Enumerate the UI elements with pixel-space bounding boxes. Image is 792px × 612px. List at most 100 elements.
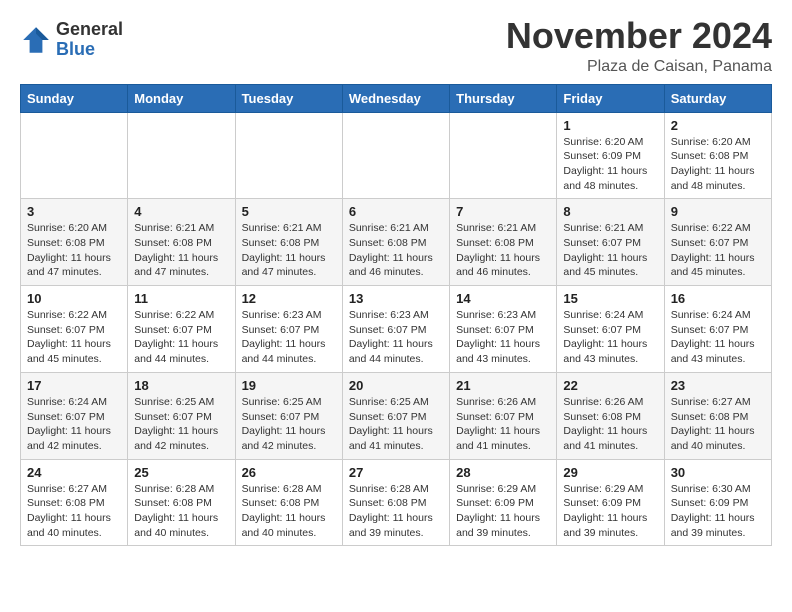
col-friday: Friday bbox=[557, 84, 664, 112]
table-row: 26 Sunrise: 6:28 AMSunset: 6:08 PMDayligh… bbox=[235, 459, 342, 546]
table-row: 24 Sunrise: 6:27 AMSunset: 6:08 PMDayligh… bbox=[21, 459, 128, 546]
table-row bbox=[450, 112, 557, 199]
table-row: 16Sunrise: 6:24 AMSunset: 6:07 PMDayligh… bbox=[664, 286, 771, 373]
day-number: 20 bbox=[349, 378, 443, 393]
day-number: 30 bbox=[671, 465, 765, 480]
day-number: 3 bbox=[27, 204, 121, 219]
table-row: 5 Sunrise: 6:21 AMSunset: 6:08 PMDaylight… bbox=[235, 199, 342, 286]
table-row: 8 Sunrise: 6:21 AMSunset: 6:07 PMDaylight… bbox=[557, 199, 664, 286]
month-title: November 2024 bbox=[506, 16, 772, 56]
table-row: 9 Sunrise: 6:22 AMSunset: 6:07 PMDaylight… bbox=[664, 199, 771, 286]
table-row: 17Sunrise: 6:24 AMSunset: 6:07 PMDayligh… bbox=[21, 372, 128, 459]
table-row: 4 Sunrise: 6:21 AMSunset: 6:08 PMDaylight… bbox=[128, 199, 235, 286]
day-number: 5 bbox=[242, 204, 336, 219]
logo-blue-text: Blue bbox=[56, 40, 123, 60]
table-row: 20 Sunrise: 6:25 AMSunset: 6:07 PMDayligh… bbox=[342, 372, 449, 459]
day-number: 26 bbox=[242, 465, 336, 480]
day-number: 17 bbox=[27, 378, 121, 393]
table-row: 13Sunrise: 6:23 AMSunset: 6:07 PMDayligh… bbox=[342, 286, 449, 373]
day-info: Sunrise: 6:28 AMSunset: 6:08 PMDaylight:… bbox=[242, 482, 336, 541]
logo-text: General Blue bbox=[56, 20, 123, 60]
table-row: 7 Sunrise: 6:21 AMSunset: 6:08 PMDaylight… bbox=[450, 199, 557, 286]
day-number: 10 bbox=[27, 291, 121, 306]
day-info: Sunrise: 6:24 AMSunset: 6:07 PMDaylight:… bbox=[671, 308, 765, 367]
table-row: 15 Sunrise: 6:24 AMSunset: 6:07 PMDayligh… bbox=[557, 286, 664, 373]
table-row: 30 Sunrise: 6:30 AMSunset: 6:09 PMDayligh… bbox=[664, 459, 771, 546]
day-number: 21 bbox=[456, 378, 550, 393]
table-row: 1 Sunrise: 6:20 AMSunset: 6:09 PMDaylight… bbox=[557, 112, 664, 199]
day-info: Sunrise: 6:25 AMSunset: 6:07 PMDaylight:… bbox=[134, 395, 228, 454]
table-row: 10 Sunrise: 6:22 AMSunset: 6:07 PMDayligh… bbox=[21, 286, 128, 373]
title-block: November 2024 Plaza de Caisan, Panama bbox=[506, 16, 772, 76]
col-thursday: Thursday bbox=[450, 84, 557, 112]
day-info: Sunrise: 6:25 AMSunset: 6:07 PMDaylight:… bbox=[349, 395, 443, 454]
day-info: Sunrise: 6:23 AMSunset: 6:07 PMDaylight:… bbox=[456, 308, 550, 367]
day-info: Sunrise: 6:21 AMSunset: 6:08 PMDaylight:… bbox=[242, 221, 336, 280]
table-row bbox=[21, 112, 128, 199]
table-row: 25 Sunrise: 6:28 AMSunset: 6:08 PMDayligh… bbox=[128, 459, 235, 546]
day-number: 24 bbox=[27, 465, 121, 480]
table-row: 22Sunrise: 6:26 AMSunset: 6:08 PMDayligh… bbox=[557, 372, 664, 459]
table-row: 28Sunrise: 6:29 AMSunset: 6:09 PMDayligh… bbox=[450, 459, 557, 546]
day-info: Sunrise: 6:21 AMSunset: 6:08 PMDaylight:… bbox=[134, 221, 228, 280]
day-number: 23 bbox=[671, 378, 765, 393]
day-info: Sunrise: 6:27 AMSunset: 6:08 PMDaylight:… bbox=[27, 482, 121, 541]
day-info: Sunrise: 6:23 AMSunset: 6:07 PMDaylight:… bbox=[242, 308, 336, 367]
logo-icon bbox=[20, 24, 52, 56]
header: General Blue November 2024 Plaza de Cais… bbox=[20, 16, 772, 76]
table-row bbox=[128, 112, 235, 199]
day-info: Sunrise: 6:26 AMSunset: 6:08 PMDaylight:… bbox=[563, 395, 657, 454]
col-wednesday: Wednesday bbox=[342, 84, 449, 112]
day-number: 19 bbox=[242, 378, 336, 393]
day-number: 18 bbox=[134, 378, 228, 393]
day-number: 25 bbox=[134, 465, 228, 480]
day-number: 9 bbox=[671, 204, 765, 219]
table-row: 18 Sunrise: 6:25 AMSunset: 6:07 PMDayligh… bbox=[128, 372, 235, 459]
col-tuesday: Tuesday bbox=[235, 84, 342, 112]
day-info: Sunrise: 6:20 AMSunset: 6:09 PMDaylight:… bbox=[563, 135, 657, 194]
day-info: Sunrise: 6:21 AMSunset: 6:08 PMDaylight:… bbox=[349, 221, 443, 280]
table-row: 14 Sunrise: 6:23 AMSunset: 6:07 PMDayligh… bbox=[450, 286, 557, 373]
table-row: 11 Sunrise: 6:22 AMSunset: 6:07 PMDayligh… bbox=[128, 286, 235, 373]
day-info: Sunrise: 6:21 AMSunset: 6:08 PMDaylight:… bbox=[456, 221, 550, 280]
day-number: 8 bbox=[563, 204, 657, 219]
table-row: 27Sunrise: 6:28 AMSunset: 6:08 PMDayligh… bbox=[342, 459, 449, 546]
day-number: 4 bbox=[134, 204, 228, 219]
table-row bbox=[235, 112, 342, 199]
table-row: 2 Sunrise: 6:20 AMSunset: 6:08 PMDaylight… bbox=[664, 112, 771, 199]
day-number: 11 bbox=[134, 291, 228, 306]
calendar-table: Sunday Monday Tuesday Wednesday Thursday… bbox=[20, 84, 772, 547]
day-info: Sunrise: 6:22 AMSunset: 6:07 PMDaylight:… bbox=[27, 308, 121, 367]
day-info: Sunrise: 6:20 AMSunset: 6:08 PMDaylight:… bbox=[671, 135, 765, 194]
day-info: Sunrise: 6:24 AMSunset: 6:07 PMDaylight:… bbox=[563, 308, 657, 367]
day-info: Sunrise: 6:27 AMSunset: 6:08 PMDaylight:… bbox=[671, 395, 765, 454]
calendar-row: 17Sunrise: 6:24 AMSunset: 6:07 PMDayligh… bbox=[21, 372, 772, 459]
col-sunday: Sunday bbox=[21, 84, 128, 112]
col-saturday: Saturday bbox=[664, 84, 771, 112]
table-row: 23 Sunrise: 6:27 AMSunset: 6:08 PMDayligh… bbox=[664, 372, 771, 459]
day-number: 29 bbox=[563, 465, 657, 480]
col-monday: Monday bbox=[128, 84, 235, 112]
day-info: Sunrise: 6:20 AMSunset: 6:08 PMDaylight:… bbox=[27, 221, 121, 280]
day-number: 1 bbox=[563, 118, 657, 133]
header-row: Sunday Monday Tuesday Wednesday Thursday… bbox=[21, 84, 772, 112]
day-info: Sunrise: 6:22 AMSunset: 6:07 PMDaylight:… bbox=[134, 308, 228, 367]
day-number: 14 bbox=[456, 291, 550, 306]
table-row: 6Sunrise: 6:21 AMSunset: 6:08 PMDaylight… bbox=[342, 199, 449, 286]
location: Plaza de Caisan, Panama bbox=[506, 58, 772, 76]
day-number: 2 bbox=[671, 118, 765, 133]
calendar-row: 24 Sunrise: 6:27 AMSunset: 6:08 PMDayligh… bbox=[21, 459, 772, 546]
day-info: Sunrise: 6:29 AMSunset: 6:09 PMDaylight:… bbox=[563, 482, 657, 541]
table-row: 21Sunrise: 6:26 AMSunset: 6:07 PMDayligh… bbox=[450, 372, 557, 459]
table-row bbox=[342, 112, 449, 199]
day-info: Sunrise: 6:22 AMSunset: 6:07 PMDaylight:… bbox=[671, 221, 765, 280]
day-number: 7 bbox=[456, 204, 550, 219]
table-row: 29 Sunrise: 6:29 AMSunset: 6:09 PMDayligh… bbox=[557, 459, 664, 546]
day-info: Sunrise: 6:30 AMSunset: 6:09 PMDaylight:… bbox=[671, 482, 765, 541]
day-info: Sunrise: 6:29 AMSunset: 6:09 PMDaylight:… bbox=[456, 482, 550, 541]
table-row: 3 Sunrise: 6:20 AMSunset: 6:08 PMDaylight… bbox=[21, 199, 128, 286]
day-info: Sunrise: 6:21 AMSunset: 6:07 PMDaylight:… bbox=[563, 221, 657, 280]
day-info: Sunrise: 6:28 AMSunset: 6:08 PMDaylight:… bbox=[134, 482, 228, 541]
day-number: 13 bbox=[349, 291, 443, 306]
day-number: 15 bbox=[563, 291, 657, 306]
